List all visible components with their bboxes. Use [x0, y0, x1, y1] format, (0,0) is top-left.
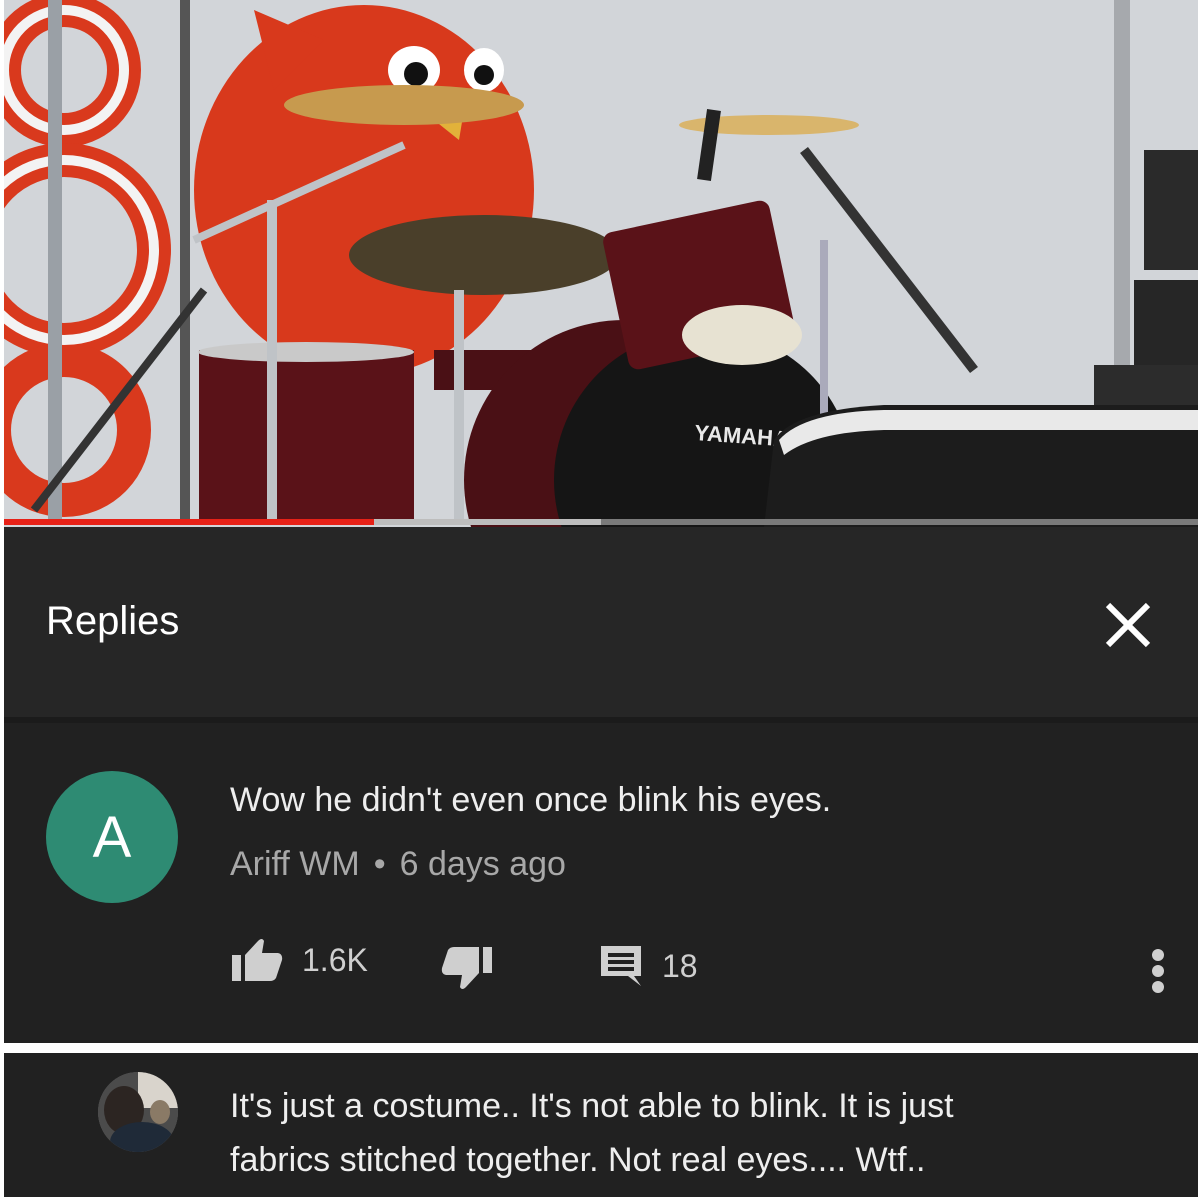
profile-photo-icon — [98, 1072, 178, 1152]
replies-header: Replies — [4, 527, 1198, 717]
more-vert-icon — [1152, 949, 1164, 993]
comment-meta: Ariff WM • 6 days ago — [230, 845, 566, 884]
avatar[interactable]: A — [46, 771, 178, 903]
mic-stand-pole — [180, 0, 190, 520]
progress-played — [4, 519, 375, 525]
thumb-down-icon — [441, 947, 492, 989]
reply-count: 18 — [662, 947, 698, 984]
mic-stand-pole — [48, 0, 62, 520]
video-player[interactable]: YAMAHA — [4, 0, 1198, 527]
meta-separator: • — [373, 845, 386, 883]
reply-text: It's just a costume.. It's not able to b… — [230, 1079, 1150, 1187]
mascot-costume — [194, 5, 534, 375]
comment-text: Wow he didn't even once blink his eyes. — [230, 781, 832, 819]
comment-timestamp: 6 days ago — [399, 845, 566, 883]
cymbal — [349, 215, 619, 295]
reply-item: It's just a costume.. It's not able to b… — [4, 1053, 1198, 1197]
speaker — [1134, 280, 1198, 370]
comment-author[interactable]: Ariff WM — [230, 845, 360, 883]
header-divider — [4, 717, 1198, 723]
close-button[interactable] — [1094, 591, 1162, 659]
speaker-stand — [1114, 0, 1130, 380]
dislike-button[interactable] — [440, 945, 494, 991]
more-options-button[interactable] — [1142, 943, 1174, 1007]
like-count: 1.6K — [302, 941, 368, 978]
reply-button[interactable]: 18 — [598, 943, 698, 989]
video-progress-bar[interactable] — [4, 519, 1198, 525]
microphone — [697, 109, 721, 181]
cymbal — [284, 85, 524, 125]
replies-title: Replies — [46, 599, 180, 643]
reply-text-line: It's just a costume.. It's not able to b… — [230, 1087, 954, 1125]
thumb-up-icon — [232, 939, 283, 981]
close-icon — [1105, 602, 1151, 648]
replies-panel: Replies A Wow he didn't even once blink … — [4, 527, 1198, 1043]
reply-icon — [601, 946, 641, 986]
reply-text-line: fabrics stitched together. Not real eyes… — [230, 1141, 926, 1179]
video-frame: YAMAHA — [4, 0, 1198, 527]
speaker — [1144, 150, 1198, 270]
like-button[interactable]: 1.6K — [230, 937, 368, 983]
avatar[interactable] — [98, 1072, 178, 1152]
